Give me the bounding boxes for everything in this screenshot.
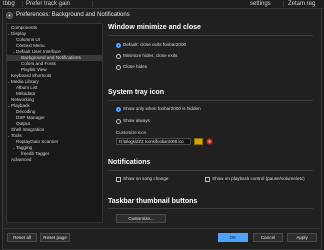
section-title-tray: System tray icon: [108, 89, 165, 96]
tree-item-shell-integration[interactable]: Shell Integration: [7, 127, 102, 133]
tree-item-output[interactable]: Output: [7, 121, 102, 127]
checkbox-label: Show on playback control (pause/volume/e…: [212, 176, 305, 181]
tree-item-context-menu[interactable]: Context Menu: [7, 43, 102, 49]
section-divider: [108, 100, 313, 101]
tree-item-columns-ui[interactable]: Columns UI: [7, 37, 102, 43]
tree-item-label: Display: [11, 31, 27, 36]
title-bar: Preferences: Background and Notification…: [3, 9, 321, 22]
tree-item-label: freedb Tagger: [21, 151, 50, 156]
custom-icon-path-input[interactable]: D:\Blogs\ZZZ Icons\foobar2000.ico: [116, 138, 191, 145]
tree-item-label: Album List: [16, 85, 38, 90]
radio-default-close-exits[interactable]: [116, 43, 121, 48]
apply-button[interactable]: Apply: [287, 233, 317, 242]
tree-item-metadata[interactable]: Metadata: [7, 91, 102, 97]
tree-item-replaygain-scanner[interactable]: ReplayGain Scanner: [7, 139, 102, 145]
tree-item-advanced[interactable]: Advanced: [7, 157, 102, 163]
preferences-tree[interactable]: Components ⌄Display Columns UI Context M…: [6, 23, 103, 223]
radio-label: Show only when foobar2000 is hidden: [123, 106, 201, 111]
section-divider: [108, 35, 313, 36]
customize-button[interactable]: Customize...: [116, 214, 166, 223]
bg-tab-2: Prefer track gain: [26, 1, 71, 7]
radio-label: Default: close exits foobar2000: [123, 42, 187, 47]
tree-item-label: Shell Integration: [11, 127, 45, 132]
section-title-taskbar: Taskbar thumbnail buttons: [108, 198, 198, 205]
bg-tab-3: settings: [250, 1, 271, 7]
checkbox-playback-control[interactable]: [205, 177, 210, 182]
tree-item-label: Decoding: [16, 109, 36, 114]
customize-icon-label: Customize icon: [116, 130, 147, 135]
radio-label: Close hides: [123, 64, 148, 69]
reset-page-button[interactable]: Reset page: [40, 233, 70, 242]
tree-item-label: Colors and Fonts: [21, 61, 56, 66]
tree-item-label: Tagging: [16, 145, 33, 150]
tree-item-decoding[interactable]: Decoding: [7, 109, 102, 115]
tree-item-dsp-manager[interactable]: DSP Manager: [7, 115, 102, 121]
checkbox-label: Show on song change: [123, 176, 169, 181]
tree-item-label: Components: [11, 25, 38, 30]
section-title-notifications: Notifications: [108, 159, 151, 166]
radio-tray-when-hidden[interactable]: [116, 107, 121, 112]
tree-item-tools[interactable]: ⌄Tools: [7, 133, 102, 139]
tree-item-label: Media Library: [11, 79, 39, 84]
tree-item-components[interactable]: Components: [7, 25, 102, 31]
radio-tray-always[interactable]: [116, 119, 121, 124]
tree-item-label: Playlist View: [21, 67, 47, 72]
tree-item-background-and-notifications[interactable]: Background and Notifications: [7, 55, 102, 61]
tree-item-label: Playback: [11, 103, 30, 108]
tree-item-label: DSP Manager: [16, 115, 45, 120]
foobar-app-icon: [6, 12, 13, 19]
section-title-minimize: Window minimize and close: [108, 24, 201, 31]
tree-item-label: Networking: [11, 97, 34, 102]
tree-item-album-list[interactable]: Album List: [7, 85, 102, 91]
tree-item-label: Output: [16, 121, 30, 126]
tree-item-label: Default User Interface: [16, 49, 61, 54]
section-divider: [108, 208, 313, 209]
tree-item-playback[interactable]: ⌄Playback: [7, 103, 102, 109]
ok-button[interactable]: OK: [218, 233, 248, 242]
footer-divider: [3, 228, 321, 229]
radio-label: Show always: [123, 118, 150, 123]
cancel-button[interactable]: Cancel: [253, 233, 283, 242]
tree-item-playlist-view[interactable]: Playlist View: [7, 67, 102, 73]
tree-item-freedb-tagger[interactable]: freedb Tagger: [7, 151, 102, 157]
bg-tab-1: tbbg: [3, 1, 15, 7]
tree-item-colors-and-fonts[interactable]: Colors and Fonts: [7, 61, 102, 67]
bg-tab-divider: [283, 1, 284, 7]
tree-item-label: Columns UI: [16, 37, 40, 42]
radio-minimize-hides[interactable]: [116, 54, 121, 59]
browse-folder-icon[interactable]: [194, 138, 203, 145]
tree-item-label: Advanced: [11, 157, 32, 162]
checkbox-song-change[interactable]: [116, 177, 121, 182]
reset-all-button[interactable]: Reset all: [7, 233, 37, 242]
tree-item-label: ReplayGain Scanner: [16, 139, 59, 144]
tree-item-display[interactable]: ⌄Display: [7, 31, 102, 37]
tree-item-keyboard-shortcuts[interactable]: Keyboard Shortcuts: [7, 73, 102, 79]
section-divider: [108, 170, 313, 171]
bg-tab-divider: [22, 1, 23, 7]
tree-item-label: Keyboard Shortcuts: [11, 73, 52, 78]
tree-item-networking[interactable]: Networking: [7, 97, 102, 103]
tree-item-label: Tools: [11, 133, 22, 138]
bg-tab-divider: [92, 1, 93, 7]
tray-icon-preview: [206, 138, 213, 145]
tree-item-tagging[interactable]: ⌄Tagging: [7, 145, 102, 151]
tree-item-label: Metadata: [16, 91, 36, 96]
tree-item-media-library[interactable]: ⌄Media Library: [7, 79, 102, 85]
radio-label: Minimize hides, close exits: [123, 53, 178, 58]
bg-tab-4: Zetam reg: [288, 1, 316, 7]
window-title: Preferences: Background and Notification…: [16, 12, 130, 18]
tree-item-label: Background and Notifications: [21, 55, 81, 60]
preferences-dialog: Preferences: Background and Notification…: [2, 8, 322, 250]
tree-item-default-user-interface[interactable]: ⌄Default User Interface: [7, 49, 102, 55]
radio-close-hides[interactable]: [116, 65, 121, 70]
tree-item-label: Context Menu: [16, 43, 45, 48]
